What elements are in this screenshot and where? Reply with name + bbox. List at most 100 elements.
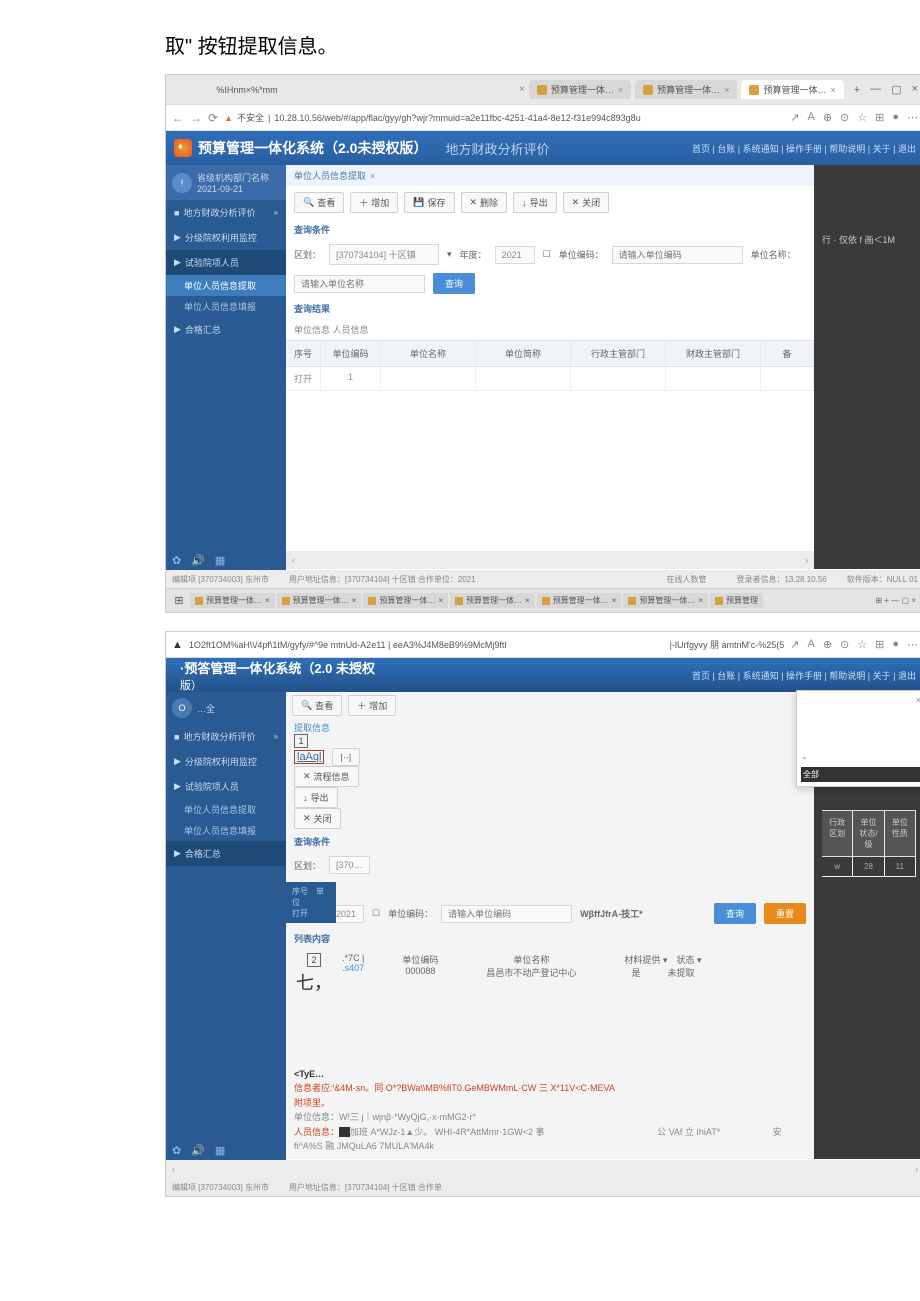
browser-tab[interactable]: 预算管理一体…× bbox=[741, 80, 843, 99]
reload-icon[interactable]: ⟳ bbox=[208, 111, 218, 125]
sidebar-item[interactable]: ▶ 试验院项人员 bbox=[166, 250, 286, 275]
district-input[interactable]: [370734104] 十区镇 bbox=[329, 244, 439, 265]
taskbar-tab[interactable]: 预算管理一体…× bbox=[190, 593, 275, 608]
scroll-left-icon[interactable]: ‹ bbox=[292, 556, 295, 565]
taskbar-tab[interactable]: 预算管理一体…× bbox=[450, 593, 535, 608]
dropdown-icon[interactable]: ▾ bbox=[447, 249, 452, 260]
zoom-icon[interactable]: ⊕ bbox=[823, 111, 832, 124]
scroll-left-icon[interactable]: ‹ bbox=[172, 1165, 175, 1174]
breadcrumb-tab[interactable]: 单位人员信息提取× bbox=[286, 165, 814, 186]
header-links[interactable]: 首页 | 台账 | 系统通知 | 操作手册 | 帮助说明 | 关于 | 退出 bbox=[692, 669, 916, 682]
sidebar-subitem[interactable]: 单位人员信息填报 bbox=[166, 820, 286, 841]
unit-name-input[interactable] bbox=[294, 275, 425, 293]
col-val[interactable]: .s407 bbox=[342, 963, 364, 973]
favorite-icon[interactable]: ☆ bbox=[857, 111, 867, 124]
result-tabs[interactable]: 单位信息 人员信息 bbox=[286, 319, 814, 340]
export-button[interactable]: ↓ 导出 bbox=[294, 787, 338, 808]
close-button[interactable]: ✕ 关闭 bbox=[563, 192, 610, 213]
settings-icon[interactable]: ✿ bbox=[172, 1144, 181, 1157]
profile-icon[interactable]: ● bbox=[892, 111, 899, 124]
sidebar-subitem-fill[interactable]: 单位人员信息填报 bbox=[166, 296, 286, 317]
share-icon[interactable]: ↗ bbox=[790, 111, 799, 124]
back-icon[interactable]: ← bbox=[172, 111, 184, 125]
district-input[interactable]: [370… bbox=[329, 856, 370, 874]
favorite-icon[interactable]: ☆ bbox=[857, 638, 867, 651]
sidebar-subitem[interactable]: 单位人员信息提取 bbox=[166, 799, 286, 820]
export-button[interactable]: ↓ 导出 bbox=[513, 192, 557, 213]
add-button[interactable]: ＋ 增加 bbox=[348, 695, 396, 716]
tab-close-icon[interactable]: × bbox=[724, 85, 729, 95]
browser-tab[interactable]: 预算管理一体…× bbox=[529, 80, 631, 99]
sound-icon[interactable]: 🔊 bbox=[191, 1144, 205, 1157]
forward-icon[interactable]: → bbox=[190, 111, 202, 125]
share-icon[interactable]: ↗ bbox=[790, 638, 799, 651]
dropdown-icon[interactable]: ▾ bbox=[663, 955, 668, 965]
extract-link[interactable]: laAql bbox=[294, 750, 324, 764]
sidebar-item[interactable]: ▶ 合格汇总 bbox=[166, 841, 286, 866]
sidebar-item[interactable]: ■ 地方财政分析评价» bbox=[166, 200, 286, 225]
close-icon[interactable]: × bbox=[916, 695, 920, 705]
sidebar-item[interactable]: ■ 地方财政分析评价» bbox=[166, 724, 286, 749]
calendar-icon[interactable]: ☐ bbox=[543, 249, 551, 260]
url-input[interactable]: 1O2ft1OM%aH\\/4pf\1tM/gyfy/#^9e mtnUd-A2… bbox=[189, 640, 664, 650]
zoom-icon[interactable]: ⊕ bbox=[823, 638, 832, 651]
unit-code-input[interactable] bbox=[612, 246, 743, 264]
maximize-icon[interactable]: ▢ bbox=[902, 596, 910, 605]
start-icon[interactable]: ⊞ bbox=[170, 592, 188, 610]
scroll-right-icon[interactable]: › bbox=[805, 556, 808, 565]
new-tab-icon[interactable]: + bbox=[884, 596, 889, 605]
ext-icon[interactable]: ⊞ bbox=[875, 111, 884, 124]
close-icon[interactable]: × bbox=[912, 83, 918, 96]
scroll-right-icon[interactable]: › bbox=[915, 1165, 918, 1174]
close-icon[interactable]: × bbox=[911, 596, 916, 605]
sound-icon[interactable]: 🔊 bbox=[191, 554, 205, 567]
taskbar-tab[interactable]: 预算管理一体…× bbox=[623, 593, 708, 608]
reader-icon[interactable]: A bbox=[807, 638, 814, 651]
add-button[interactable]: ＋ 增加 bbox=[350, 192, 398, 213]
menu-icon[interactable]: ⋯ bbox=[907, 111, 918, 124]
close-button[interactable]: ✕ 关闭 bbox=[294, 808, 341, 829]
query-button[interactable]: 查询 bbox=[433, 273, 475, 294]
profile-icon[interactable]: ● bbox=[892, 638, 899, 651]
tab-close-icon[interactable]: × bbox=[519, 84, 525, 95]
reader-icon[interactable]: A bbox=[807, 111, 814, 124]
minimize-icon[interactable]: — bbox=[891, 596, 899, 605]
reset-button[interactable]: 重置 bbox=[764, 903, 806, 924]
settings-icon[interactable]: ✿ bbox=[172, 554, 181, 567]
translate-icon[interactable]: ⊙ bbox=[840, 638, 849, 651]
flow-button[interactable]: ✕ 流程信息 bbox=[294, 766, 359, 787]
translate-icon[interactable]: ⊙ bbox=[840, 111, 849, 124]
help-icon[interactable]: ▦ bbox=[215, 554, 225, 567]
unit-code-input[interactable] bbox=[441, 905, 572, 923]
new-tab-icon[interactable]: + bbox=[848, 84, 866, 96]
minimize-icon[interactable]: — bbox=[870, 83, 881, 96]
close-icon[interactable]: × bbox=[370, 171, 375, 181]
table-row[interactable]: 打开 1 bbox=[286, 367, 814, 391]
save-button[interactable]: 💾 保存 bbox=[404, 192, 454, 213]
query-button[interactable]: 查询 bbox=[714, 903, 756, 924]
browser-tab[interactable]: 预算管理一体…× bbox=[635, 80, 737, 99]
dropdown-icon[interactable]: ▾ bbox=[697, 955, 702, 965]
calendar-icon[interactable]: ☐ bbox=[372, 908, 380, 919]
taskbar-tab[interactable]: 预算管理 bbox=[710, 593, 763, 608]
year-input[interactable]: 2021 bbox=[495, 246, 535, 264]
taskbar-tab[interactable]: 预算管理一体…× bbox=[537, 593, 622, 608]
menu-icon[interactable]: ⋯ bbox=[907, 638, 918, 651]
tray-icon[interactable]: ⊞ bbox=[875, 596, 882, 605]
tab-close-icon[interactable]: × bbox=[618, 85, 623, 95]
sidebar-item[interactable]: ▶ 分级院权利用监控 bbox=[166, 225, 286, 250]
sidebar-item[interactable]: ▶ 分级院权利用监控 bbox=[166, 749, 286, 774]
header-links[interactable]: 首页 | 台账 | 系统通知 | 操作手册 | 帮助说明 | 关于 | 退出 bbox=[692, 142, 916, 155]
view-button[interactable]: 🔍 查看 bbox=[294, 192, 344, 213]
tab-close-icon[interactable]: × bbox=[830, 85, 835, 95]
maximize-icon[interactable]: ▢ bbox=[891, 83, 901, 96]
url-input[interactable]: ▲不安全 | 10.28.10.56/web/#/app/flac/gyy/gh… bbox=[224, 111, 784, 124]
sidebar-item[interactable]: ▶ 试验院项人员 bbox=[166, 774, 286, 799]
help-icon[interactable]: ▦ bbox=[215, 1144, 225, 1157]
view-button[interactable]: 🔍 查看 bbox=[292, 695, 342, 716]
sidebar-item[interactable]: ▶ 合格汇总 bbox=[166, 317, 286, 342]
delete-button[interactable]: ✕ 删除 bbox=[461, 192, 508, 213]
btn[interactable]: |··| bbox=[332, 748, 361, 766]
taskbar-tab[interactable]: 预算管理一体…× bbox=[277, 593, 362, 608]
ext-icon[interactable]: ⊞ bbox=[875, 638, 884, 651]
